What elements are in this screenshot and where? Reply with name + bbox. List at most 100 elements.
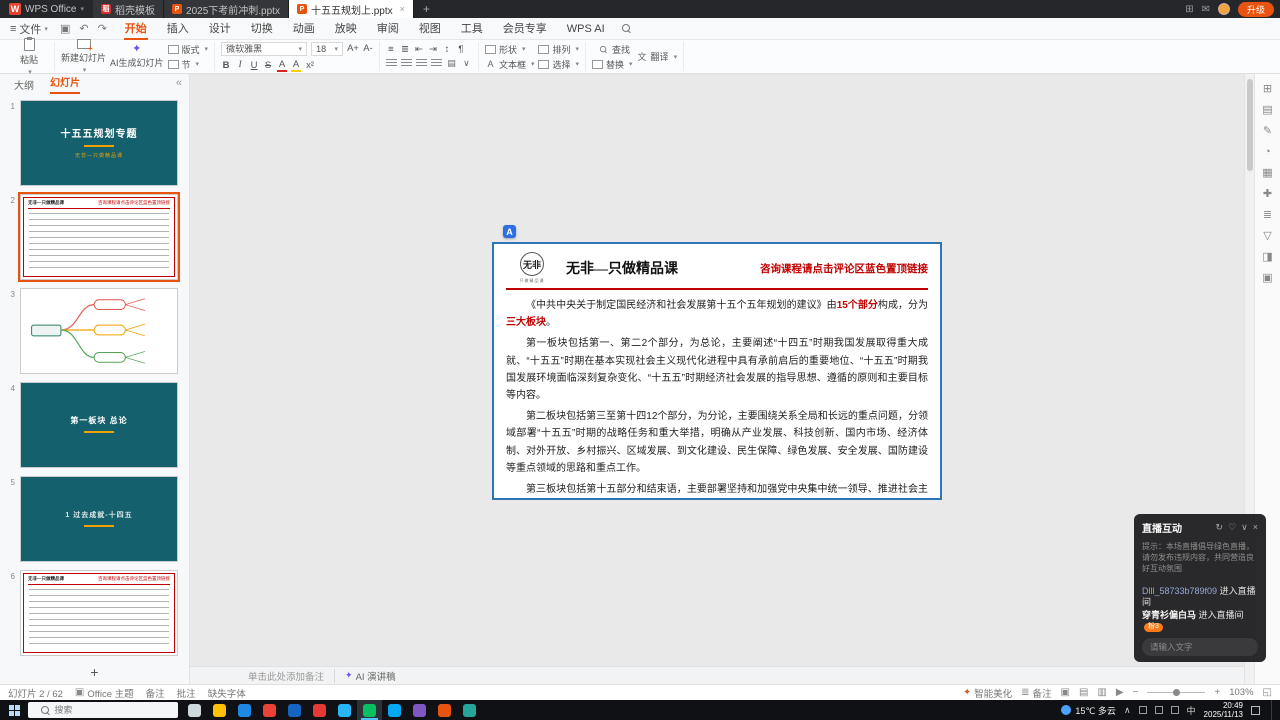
more-paragraph-icon[interactable]: ∨ [461,58,472,69]
slide-1-thumbnail[interactable]: 十五五规划专题 无非—只做精品课 [20,100,178,186]
insert-tool-icon[interactable]: ✚ [1263,189,1272,200]
user-avatar[interactable] [1217,3,1230,15]
textbox-button[interactable]: A 文本框 [485,58,535,70]
slide-thumbnail-row-6[interactable]: 6 无非—只做精品课 咨询课程请点击评论区蓝色置顶链接 [0,570,183,656]
taskbar-app-explorer[interactable] [207,700,232,720]
slide-notice[interactable]: 咨询课程请点击评论区蓝色置顶链接 [760,261,928,276]
taskbar-search[interactable] [28,702,178,718]
chat-input[interactable] [1150,642,1250,652]
search-icon[interactable] [621,23,632,34]
menu-tab-8[interactable]: 视图 [409,18,451,40]
slide-4-thumbnail[interactable]: 第一板块 总论 [20,382,178,468]
apps-grid-icon[interactable]: ⊞ [1185,4,1193,15]
find-button[interactable]: 查找 [592,43,633,55]
properties-tool-icon[interactable]: ⊞ [1263,84,1272,95]
outline-tool-icon[interactable]: ≣ [1263,210,1272,221]
design-tool-icon[interactable]: ▤ [1262,105,1272,116]
tab-slides[interactable]: 幻灯片 [50,74,80,94]
paragraph-1[interactable]: 《中共中央关于制定国民经济和社会发展第十五个五年规划的建议》由15个部分构成，分… [506,297,928,331]
new-tab-button[interactable]: + [414,2,439,16]
align-right-icon[interactable] [415,59,427,68]
arrange-button[interactable]: 排列 [538,43,579,55]
notes-placeholder[interactable]: 单击此处添加备注 [248,669,324,683]
taskbar-app-cloud-drive[interactable] [407,700,432,720]
taskbar-app-word[interactable] [282,700,307,720]
font-size-select[interactable]: 18 [311,41,344,56]
paragraph-button-6[interactable]: ¶ [456,44,466,55]
document-tab-1[interactable]: P 2025下考前冲刺.pptx [164,0,289,18]
menu-tab-3[interactable]: 设计 [199,18,241,40]
font-scale-button-2[interactable]: A- [363,43,373,54]
comments-button[interactable]: 批注 [177,686,196,700]
align-left-icon[interactable] [385,59,397,68]
scrollbar-thumb[interactable] [1247,79,1253,171]
start-button[interactable] [0,700,28,720]
taskbar-search-input[interactable] [54,705,172,715]
reading-view-icon[interactable]: ▥ [1097,687,1106,698]
slide-thumbnail-row-1[interactable]: 1 十五五规划专题 无非—只做精品课 [0,100,183,186]
menu-tab-6[interactable]: 放映 [325,18,367,40]
slide-title[interactable]: 无非—只做精品课 [566,258,678,278]
zoom-in-icon[interactable]: + [1214,687,1220,698]
input-method-indicator[interactable]: 中 [1187,704,1196,717]
wps-home-button[interactable]: W WPS Office ▾ [0,3,93,15]
slide-5-thumbnail[interactable]: 1 过去成就-十四五 [20,476,178,562]
paragraph-4[interactable]: 第三板块包括第十五部分和结束语，主要部署坚持和加强党中央集中统一领导、推进社会主… [506,481,928,498]
network-icon[interactable] [1138,706,1147,714]
taskbar-app-wechat[interactable] [357,700,382,720]
zoom-slider[interactable] [1147,689,1206,696]
ai-assistant-icon[interactable]: A [503,225,516,238]
like-icon[interactable]: ♡ [1228,522,1236,533]
split-tool-icon[interactable]: ◨ [1262,252,1272,263]
beautify-button[interactable]: ✦ 智能美化 [963,686,1012,700]
document-tab-active[interactable]: P 十五五规划上.pptx × [288,0,414,18]
slide-2-thumbnail[interactable]: 无非—只做精品课 咨询课程请点击评论区蓝色置顶链接 [18,192,180,282]
slide-thumbnail-row-4[interactable]: 4 第一板块 总论 [0,382,183,468]
more-tool-icon[interactable]: ▽ [1263,231,1271,242]
slide-sorter-icon[interactable]: ▤ [1079,687,1088,698]
paragraph-2[interactable]: 第一板块包括第一、第二2个部分，为总论，主要阐述“十四五”时期我国发展取得重大成… [506,335,928,404]
section-button[interactable]: 节 [167,58,209,70]
font-style-button-5[interactable]: A [277,59,288,72]
taskbar-app-edge[interactable] [232,700,257,720]
zoom-knob[interactable] [1173,689,1181,696]
refresh-icon[interactable]: ↻ [1216,522,1224,533]
collapse-panel-icon[interactable]: « [176,77,182,89]
play-slideshow-icon[interactable]: ▶ [1116,687,1124,698]
shape-button[interactable]: 形状 [484,43,535,55]
paste-button[interactable]: 粘贴 [10,36,48,76]
taskbar-app-chrome[interactable] [257,700,282,720]
menu-tab-1[interactable]: 开始 [115,18,157,40]
edit-tool-icon[interactable]: ✎ [1263,126,1272,137]
normal-view-icon[interactable]: ▣ [1060,687,1069,698]
columns-icon[interactable]: ▤ [446,58,457,69]
paragraph-button-5[interactable]: ↕ [442,44,452,55]
theme-name[interactable]: ▣ Office 主题 [75,686,134,700]
paragraph-button-1[interactable]: ≡ [386,44,396,55]
layout-button[interactable]: 版式 [167,43,209,55]
minimize-icon[interactable]: ∨ [1241,522,1248,533]
fit-slide-icon[interactable]: ◱ [1263,687,1272,698]
file-menu-button[interactable]: ≡ 文件 ▾ [0,21,58,37]
zoom-out-icon[interactable]: − [1133,687,1139,698]
menu-tab-10[interactable]: 会员专享 [493,18,557,40]
paragraph-button-2[interactable]: ≣ [400,44,410,55]
font-style-button-1[interactable]: B [221,60,231,71]
slide-thumbnail-row-5[interactable]: 5 1 过去成就-十四五 [0,476,183,562]
save-icon[interactable]: ▣ [60,22,70,35]
weather-widget[interactable]: 15℃ 多云 [1061,704,1116,717]
redo-icon[interactable]: ↷ [98,22,107,35]
paragraph-button-4[interactable]: ⇥ [428,44,438,55]
color-tool-icon[interactable]: ◔ [1264,147,1271,158]
volume-icon[interactable] [1154,706,1163,714]
font-style-button-3[interactable]: U [249,60,259,71]
font-style-button-6[interactable]: A [291,59,302,72]
align-center-icon[interactable] [400,59,412,68]
tray-expand-icon[interactable]: ∧ [1124,705,1131,716]
menu-tab-11[interactable]: WPS AI [557,18,615,40]
grid-tool-icon[interactable]: ▦ [1262,168,1272,179]
slide-thumbnail-row-3[interactable]: 3 [0,288,183,374]
document-tab-docer[interactable]: 稻 稻壳模板 [93,0,165,18]
add-slide-button[interactable]: + [90,664,98,680]
taskbar-app-qq[interactable] [382,700,407,720]
